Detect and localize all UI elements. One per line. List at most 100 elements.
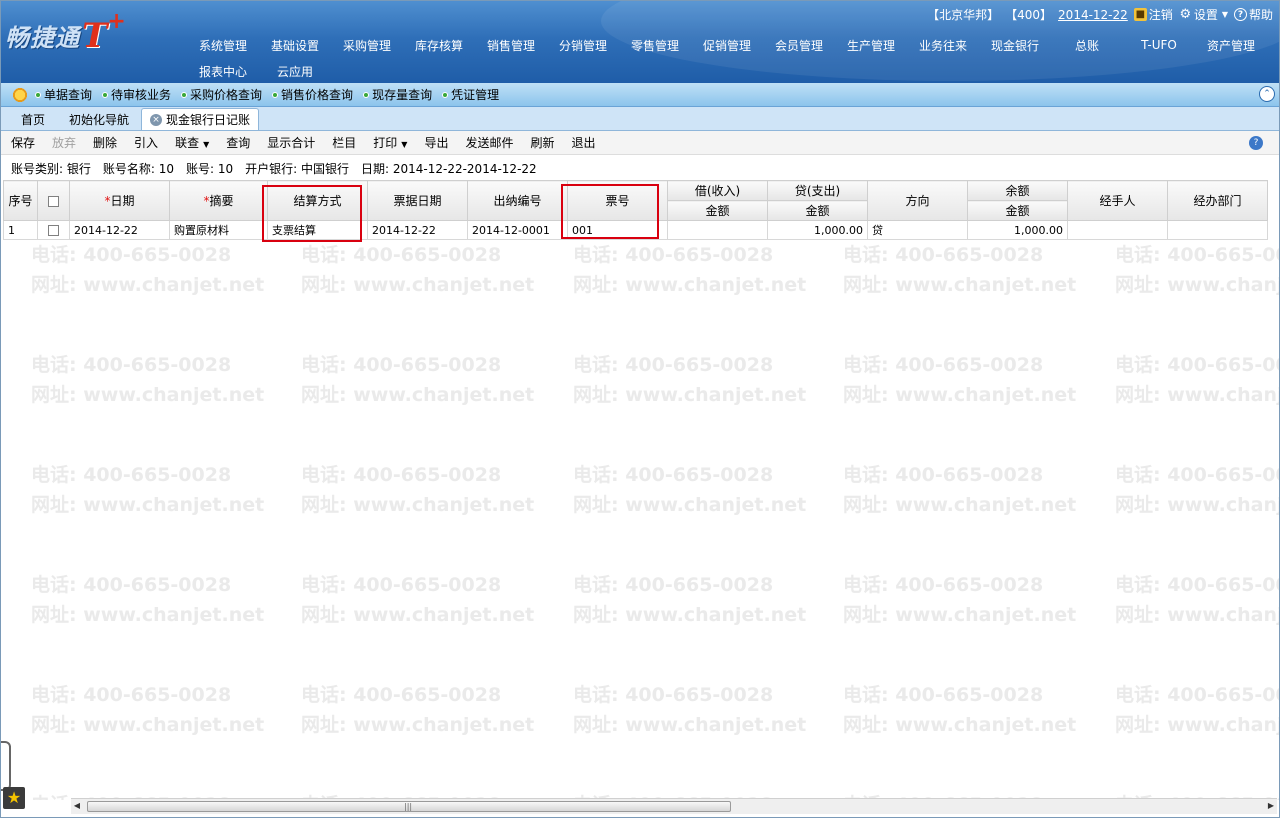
tab-init-nav[interactable]: 初始化导航 bbox=[57, 108, 141, 130]
header-ticket-number[interactable]: 票号 bbox=[567, 180, 668, 221]
tab-cash-bank-journal[interactable]: × 现金银行日记账 bbox=[141, 108, 260, 130]
menu-item[interactable]: 现金银行 bbox=[979, 37, 1051, 54]
cell-handler[interactable] bbox=[1067, 220, 1168, 240]
header-select-all bbox=[37, 180, 70, 221]
export-button[interactable]: 导出 bbox=[424, 134, 448, 151]
menu-item[interactable]: 报表中心 bbox=[187, 63, 259, 80]
scroll-right-icon[interactable]: ▶ bbox=[1265, 801, 1277, 813]
menu-item[interactable]: 基础设置 bbox=[259, 37, 331, 54]
app-logo: 畅捷通 T + bbox=[5, 9, 126, 53]
save-button[interactable]: 保存 bbox=[11, 134, 35, 151]
journal-table: 序号 *日期 *摘要 结算方式 票据日期 出纳编号 票号 借(收入) 贷(支出)… bbox=[3, 180, 1268, 240]
import-button[interactable]: 引入 bbox=[134, 134, 158, 151]
quick-nav-item[interactable]: 待审核业务 bbox=[102, 86, 171, 103]
cell-settlement-method[interactable]: 支票结算 bbox=[267, 220, 368, 240]
journal-grid: 电话: 400-665-0028 网址: www.chanjet.net 电话: 4… bbox=[3, 180, 1279, 800]
quick-nav-item[interactable]: 现存量查询 bbox=[363, 86, 432, 103]
header-handler[interactable]: 经手人 bbox=[1067, 180, 1168, 221]
horizontal-scrollbar[interactable]: ◀ ||| ▶ bbox=[71, 798, 1277, 814]
watermark-site: 网址: www.chanjet.net bbox=[573, 604, 807, 626]
columns-button[interactable]: 栏目 bbox=[332, 134, 356, 151]
select-all-checkbox[interactable] bbox=[48, 195, 59, 207]
quick-nav-label: 待审核业务 bbox=[111, 88, 172, 102]
side-panel-handle[interactable] bbox=[1, 741, 11, 791]
header-direction[interactable]: 方向 bbox=[867, 180, 968, 221]
query-button[interactable]: 查询 bbox=[226, 134, 250, 151]
menu-item[interactable]: 生产管理 bbox=[835, 37, 907, 54]
exit-button[interactable]: 退出 bbox=[572, 134, 596, 151]
quick-nav-item[interactable]: 销售价格查询 bbox=[272, 86, 353, 103]
help-button[interactable]: ? 帮助 bbox=[1233, 6, 1273, 23]
row-checkbox[interactable] bbox=[48, 225, 59, 236]
table-row[interactable]: 1 2014-12-22 购置原材料 支票结算 2014-12-22 2014-… bbox=[3, 220, 1268, 240]
account-label: 【400】 bbox=[1005, 8, 1053, 22]
cell-credit[interactable]: 1,000.00 bbox=[767, 220, 868, 240]
account-name: 账号名称: 10 bbox=[102, 161, 174, 176]
header-date[interactable]: *日期 bbox=[69, 180, 170, 221]
cell-ticket-number[interactable]: 001 bbox=[567, 220, 668, 240]
print-button[interactable]: 打印 ▼ bbox=[373, 134, 407, 151]
close-icon[interactable]: × bbox=[150, 113, 163, 126]
watermark-site: 网址: www.chanjet.net bbox=[1115, 604, 1279, 626]
refresh-button[interactable]: 刷新 bbox=[530, 134, 554, 151]
watermark-phone: 电话: 400-665-0028 bbox=[1115, 684, 1279, 706]
tab-home[interactable]: 首页 bbox=[9, 108, 57, 130]
favorites-star-icon[interactable]: ★ bbox=[3, 787, 25, 809]
toolbar: 保存 放弃 删除 引入 联查 ▼ 查询 显示合计 栏目 打印 ▼ 导出 发送邮件 刷… bbox=[1, 131, 1279, 155]
cell-cashier-number[interactable]: 2014-12-0001 bbox=[467, 220, 568, 240]
company-label: 【北京华邦】 bbox=[927, 8, 1000, 22]
quick-nav-item[interactable]: 采购价格查询 bbox=[181, 86, 262, 103]
delete-button[interactable]: 删除 bbox=[93, 134, 117, 151]
menu-item[interactable]: 分销管理 bbox=[547, 37, 619, 54]
menu-item[interactable]: 系统管理 bbox=[187, 37, 259, 54]
show-total-button[interactable]: 显示合计 bbox=[267, 134, 315, 151]
menu-item[interactable]: 库存核算 bbox=[403, 37, 475, 54]
cell-summary[interactable]: 购置原材料 bbox=[169, 220, 268, 240]
scrollbar-thumb[interactable]: ||| bbox=[87, 801, 731, 812]
header-summary[interactable]: *摘要 bbox=[169, 180, 268, 221]
cell-debit[interactable] bbox=[667, 220, 768, 240]
discard-button[interactable]: 放弃 bbox=[52, 134, 76, 151]
cell-department[interactable] bbox=[1167, 220, 1268, 240]
header-bill-date[interactable]: 票据日期 bbox=[367, 180, 468, 221]
quick-nav-label: 凭证管理 bbox=[451, 88, 500, 102]
menu-item[interactable]: 促销管理 bbox=[691, 37, 763, 54]
menu-item[interactable]: 零售管理 bbox=[619, 37, 691, 54]
menu-item[interactable]: 云应用 bbox=[259, 63, 331, 80]
send-mail-button[interactable]: 发送邮件 bbox=[465, 134, 513, 151]
cell-date[interactable]: 2014-12-22 bbox=[69, 220, 170, 240]
menu-item[interactable]: 采购管理 bbox=[331, 37, 403, 54]
cell-bill-date[interactable]: 2014-12-22 bbox=[367, 220, 468, 240]
header-credit[interactable]: 贷(支出) bbox=[767, 180, 868, 201]
header-debit-amount: 金额 bbox=[667, 200, 768, 221]
watermark-site: 网址: www.chanjet.net bbox=[843, 274, 1077, 296]
menu-item[interactable]: 销售管理 bbox=[475, 37, 547, 54]
menu-item[interactable]: 总账 bbox=[1051, 37, 1123, 54]
quick-nav-item[interactable]: 凭证管理 bbox=[442, 86, 499, 103]
scroll-left-icon[interactable]: ◀ bbox=[71, 801, 83, 813]
date-range: 日期: 2014-12-22-2014-12-22 bbox=[361, 161, 537, 176]
watermark-phone: 电话: 400-665-0028 bbox=[301, 244, 502, 266]
logout-button[interactable]: ■ 注销 bbox=[1133, 6, 1173, 23]
watermark-site: 网址: www.chanjet.net bbox=[31, 604, 265, 626]
menu-item[interactable]: 会员管理 bbox=[763, 37, 835, 54]
link-query-button[interactable]: 联查 ▼ bbox=[175, 134, 209, 151]
collapse-up-icon[interactable]: ⌃ bbox=[1259, 86, 1275, 102]
menu-item[interactable]: 资产管理 bbox=[1195, 37, 1267, 54]
quick-nav-item[interactable]: 单据查询 bbox=[35, 86, 92, 103]
cell-direction[interactable]: 贷 bbox=[867, 220, 968, 240]
quick-nav-label: 采购价格查询 bbox=[190, 88, 263, 102]
header-balance[interactable]: 余额 bbox=[967, 180, 1068, 201]
header-debit[interactable]: 借(收入) bbox=[667, 180, 768, 201]
login-date-link[interactable]: 2014-12-22 bbox=[1058, 8, 1128, 22]
quick-nav-items: 单据查询 待审核业务 采购价格查询 销售价格查询 现存量查询 凭证管理 bbox=[35, 86, 509, 103]
header-settlement-method[interactable]: 结算方式 bbox=[267, 180, 368, 221]
settings-button[interactable]: ⚙ 设置 ▼ bbox=[1179, 6, 1228, 23]
watermark-phone: 电话: 400-665-0028 bbox=[573, 574, 774, 596]
menu-item[interactable]: T-UFO bbox=[1123, 38, 1195, 52]
tab-label: 现金银行日记账 bbox=[166, 113, 251, 127]
menu-item[interactable]: 业务往来 bbox=[907, 37, 979, 54]
help-icon[interactable]: ? bbox=[1249, 136, 1263, 150]
header-cashier-number[interactable]: 出纳编号 bbox=[467, 180, 568, 221]
header-department[interactable]: 经办部门 bbox=[1167, 180, 1268, 221]
